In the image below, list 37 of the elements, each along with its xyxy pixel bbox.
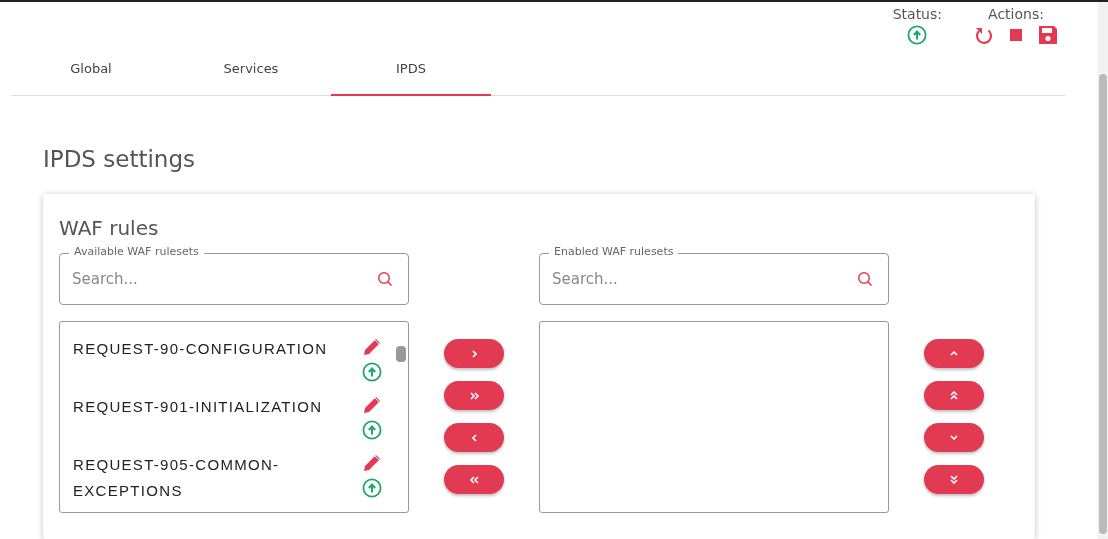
list-item[interactable]: REQUEST-901-INITIALIZATION <box>73 394 346 420</box>
double-chevron-down-button[interactable] <box>924 465 984 494</box>
double-chevron-left-icon <box>469 475 479 484</box>
double-chevron-down-icon <box>950 475 958 484</box>
search-icon[interactable] <box>857 271 873 287</box>
pencil-icon[interactable] <box>361 394 383 416</box>
chevron-right-button[interactable] <box>444 339 504 368</box>
scrollbar[interactable] <box>1098 2 1108 539</box>
chevron-down-icon <box>950 435 958 440</box>
save-icon[interactable] <box>1038 25 1058 45</box>
chevron-down-button[interactable] <box>924 423 984 452</box>
pencil-icon[interactable] <box>361 452 383 474</box>
double-chevron-right-icon <box>469 391 479 400</box>
tab[interactable]: Services <box>171 48 331 96</box>
chevron-left-icon <box>471 433 477 442</box>
status-label: Status: <box>892 6 942 22</box>
ruleset-list[interactable]: REQUEST-90-CONFIGURATION REQUEST-901-INITIALIZATION REQUEST-905-COMMON-EXCEPTIONS <box>59 321 409 513</box>
list-item[interactable]: REQUEST-90-CONFIGURATION <box>73 336 346 362</box>
tab[interactable]: Global <box>11 48 171 96</box>
chevron-left-button[interactable] <box>444 423 504 452</box>
field-label: Available WAF rulesets <box>69 245 204 258</box>
chevron-up-icon <box>950 351 958 356</box>
page-heading: IPDS settings <box>43 146 196 174</box>
chevron-right-icon <box>471 349 477 358</box>
actions-label: Actions: <box>988 6 1044 22</box>
list-item[interactable]: REQUEST-905-COMMON-EXCEPTIONS <box>73 452 346 504</box>
restart-icon[interactable] <box>974 25 994 45</box>
tab[interactable]: IPDS <box>331 48 491 96</box>
field-label: Enabled WAF rulesets <box>549 245 679 258</box>
double-chevron-right-button[interactable] <box>444 381 504 410</box>
pencil-icon[interactable] <box>361 336 383 358</box>
card-title: WAF rules <box>59 216 160 240</box>
double-chevron-up-icon <box>950 391 958 400</box>
search-icon[interactable] <box>377 271 393 287</box>
double-chevron-up-button[interactable] <box>924 381 984 410</box>
chevron-up-button[interactable] <box>924 339 984 368</box>
double-chevron-left-button[interactable] <box>444 465 504 494</box>
